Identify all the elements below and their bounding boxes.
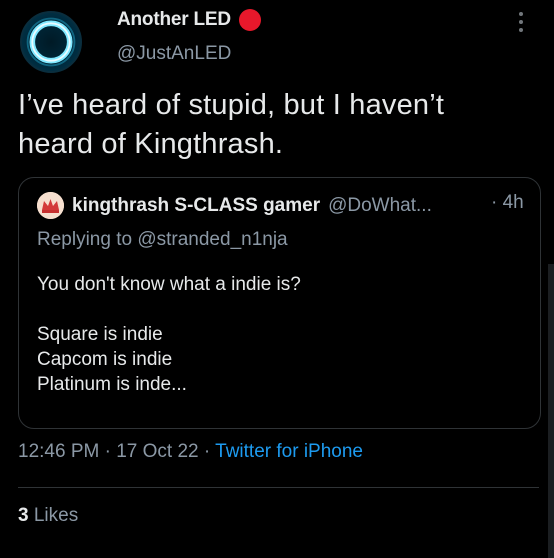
more-vertical-icon[interactable] (514, 8, 528, 36)
tweet-text-line: I’ve heard of stupid, but I haven’t (18, 89, 445, 121)
quoted-line: Platinum is inde... (37, 374, 187, 395)
likes-count: 3 (18, 505, 29, 526)
source-link[interactable]: Twitter for iPhone (215, 441, 363, 462)
quoted-line: Square is indie (37, 324, 163, 345)
dot (519, 28, 523, 32)
crown-avatar-icon[interactable] (37, 192, 64, 219)
quoted-line (37, 297, 527, 322)
red-circle-badge-icon (238, 9, 261, 31)
tweet-meta: 12:46 PM · 17 Oct 22 · Twitter for iPhon… (18, 441, 363, 463)
replying-to[interactable]: Replying to @stranded_n1nja (37, 229, 288, 251)
quoted-header: kingthrash S-CLASS gamer @DoWhat... (37, 192, 432, 219)
author-display-name[interactable]: Another LED (117, 9, 231, 31)
likes-row[interactable]: 3 Likes (18, 505, 78, 527)
scrollbar[interactable] (548, 264, 554, 558)
divider (18, 487, 539, 488)
quoted-display-name[interactable]: kingthrash S-CLASS gamer (72, 195, 320, 217)
quoted-line: Capcom is indie (37, 349, 173, 370)
tweet-text: I’ve heard of stupid, but I haven’t hear… (18, 86, 538, 164)
quoted-line: You don't know what a indie is? (37, 274, 301, 295)
dot (519, 20, 523, 24)
likes-label: Likes (33, 505, 79, 526)
quoted-tweet-card[interactable]: kingthrash S-CLASS gamer @DoWhat... · 4h… (18, 177, 541, 429)
author-handle[interactable]: @JustAnLED (117, 43, 231, 65)
avatar[interactable] (20, 11, 82, 73)
timestamp[interactable]: 12:46 PM · 17 Oct 22 · (18, 441, 215, 462)
tweet-text-line: heard of Kingthrash. (18, 128, 284, 160)
dot (519, 12, 523, 16)
quoted-body: You don't know what a indie is? Square i… (37, 272, 527, 397)
author-name-row[interactable]: Another LED (117, 9, 261, 31)
quoted-handle[interactable]: @DoWhat... (328, 195, 432, 217)
quoted-time: · 4h (491, 192, 524, 213)
